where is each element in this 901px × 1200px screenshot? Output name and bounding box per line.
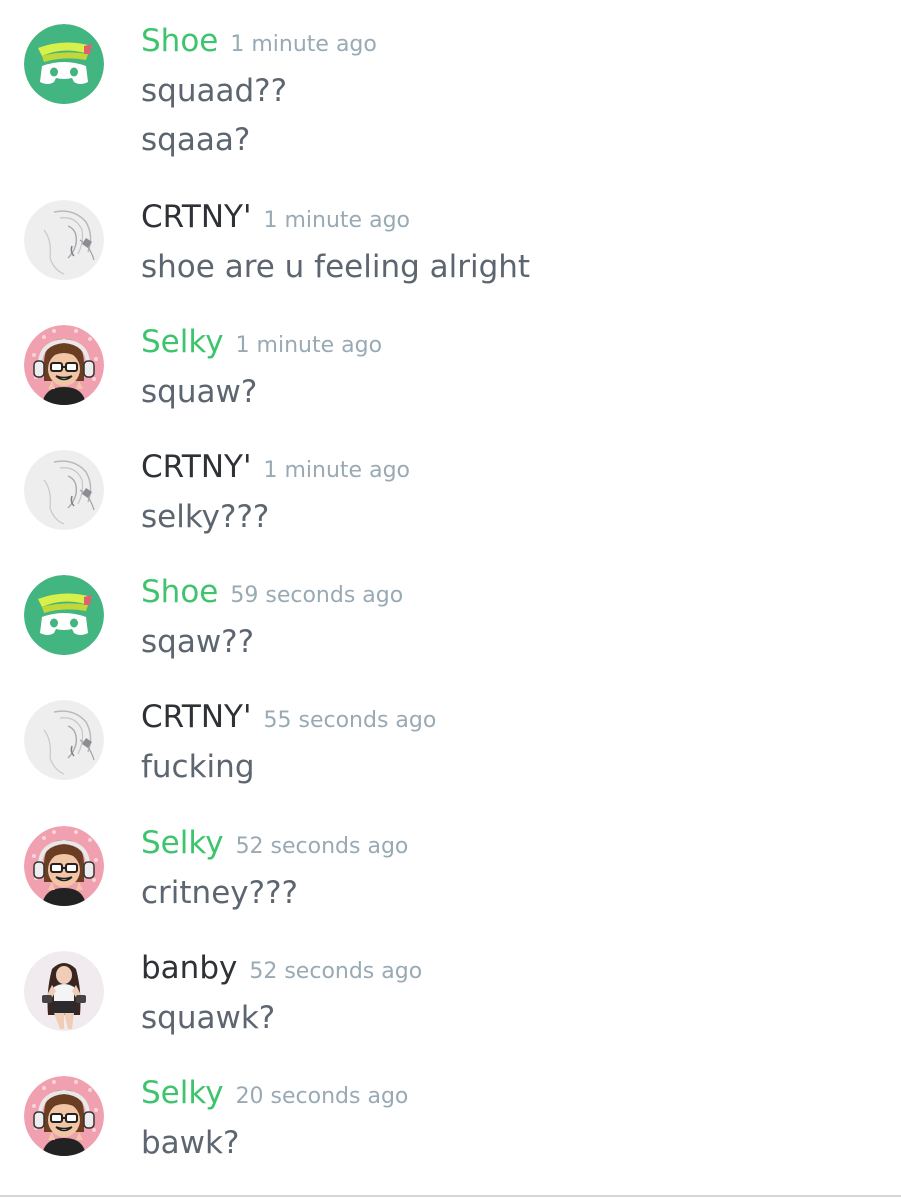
username[interactable]: Selky — [141, 825, 224, 861]
timestamp: 1 minute ago — [235, 333, 383, 358]
message-text: squaad?? — [141, 73, 288, 109]
username[interactable]: Selky — [141, 324, 224, 360]
message-header: CRTNY' 55 seconds ago — [141, 697, 436, 737]
headphones-girl-avatar-icon[interactable] — [24, 325, 104, 405]
anime-character-avatar-icon[interactable] — [24, 951, 104, 1031]
discord-visor-avatar-icon[interactable] — [24, 575, 104, 655]
username[interactable]: CRTNY' — [141, 449, 252, 485]
input-divider — [0, 1195, 901, 1197]
username[interactable]: CRTNY' — [141, 699, 252, 735]
message-header: banby 52 seconds ago — [141, 948, 422, 988]
message-header: CRTNY' 1 minute ago — [141, 197, 410, 237]
message-text: sqaw?? — [141, 624, 255, 660]
timestamp: 52 seconds ago — [235, 834, 409, 859]
message-text: selky??? — [141, 499, 270, 535]
message-header: Selky 52 seconds ago — [141, 823, 408, 863]
sketch-portrait-avatar-icon[interactable] — [24, 450, 104, 530]
message-text: bawk? — [141, 1125, 240, 1161]
username[interactable]: Selky — [141, 1075, 224, 1111]
chat-message-list: Shoe 1 minute ago squaad?? sqaaa? CRTNY' 1… — [0, 0, 901, 1200]
username[interactable]: CRTNY' — [141, 199, 252, 235]
message-header: Selky 1 minute ago — [141, 322, 382, 362]
message-text: shoe are u feeling alright — [141, 249, 531, 285]
timestamp: 1 minute ago — [230, 32, 377, 57]
username[interactable]: Shoe — [141, 574, 218, 610]
message-header: Shoe 59 seconds ago — [141, 572, 403, 612]
message-text: fucking — [141, 749, 255, 785]
message-header: Shoe 1 minute ago — [141, 21, 377, 61]
message-header: CRTNY' 1 minute ago — [141, 447, 410, 487]
username[interactable]: banby — [141, 950, 237, 986]
headphones-girl-avatar-icon[interactable] — [24, 1076, 104, 1156]
headphones-girl-avatar-icon[interactable] — [24, 826, 104, 906]
timestamp: 52 seconds ago — [249, 959, 423, 984]
message-text: sqaaa? — [141, 122, 251, 158]
timestamp: 59 seconds ago — [230, 583, 404, 608]
timestamp: 1 minute ago — [263, 208, 410, 233]
sketch-portrait-avatar-icon[interactable] — [24, 200, 104, 280]
message-text: squawk? — [141, 1000, 276, 1036]
discord-visor-avatar-icon[interactable] — [24, 24, 104, 104]
message-text: critney??? — [141, 875, 298, 911]
timestamp: 20 seconds ago — [235, 1084, 409, 1109]
timestamp: 55 seconds ago — [263, 708, 437, 733]
username[interactable]: Shoe — [141, 23, 218, 59]
timestamp: 1 minute ago — [263, 458, 410, 483]
sketch-portrait-avatar-icon[interactable] — [24, 700, 104, 780]
message-header: Selky 20 seconds ago — [141, 1073, 408, 1113]
message-text: squaw? — [141, 374, 258, 410]
